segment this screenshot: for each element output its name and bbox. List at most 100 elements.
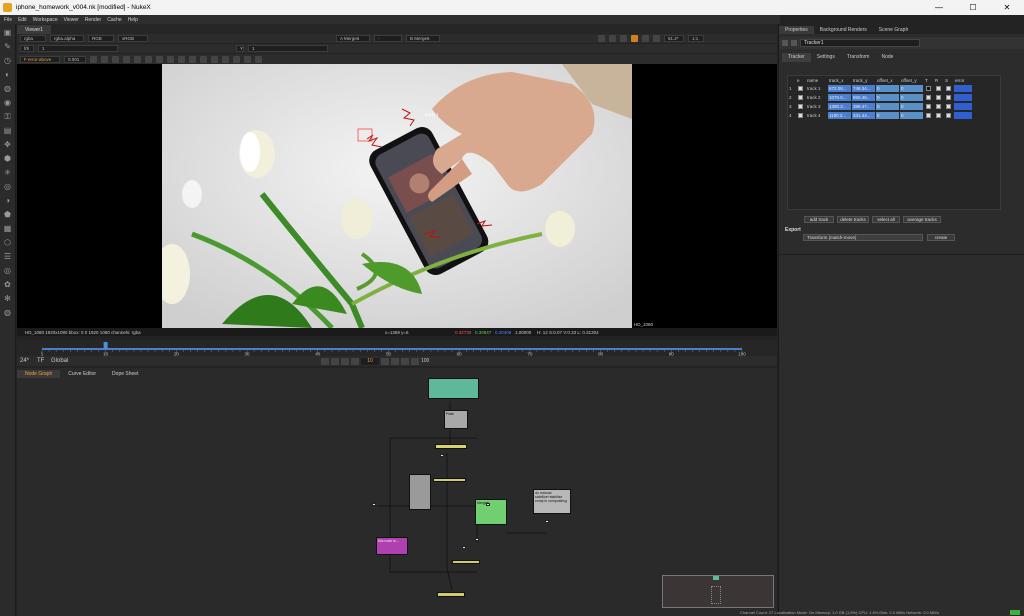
keyer-icon[interactable]: ⚿ <box>2 111 13 122</box>
last-frame-icon[interactable] <box>411 357 419 365</box>
s-checkbox[interactable] <box>946 112 951 118</box>
image-icon[interactable]: ▣ <box>2 27 13 38</box>
track-x[interactable]: 672.08... <box>828 84 851 92</box>
tab-scene-graph[interactable]: Scene Graph <box>873 26 914 34</box>
node-dot-1[interactable] <box>440 454 444 457</box>
tab-properties[interactable]: Properties <box>779 26 814 34</box>
play-back-icon[interactable] <box>341 357 349 365</box>
node-dot-4[interactable] <box>545 520 549 523</box>
write-node[interactable] <box>437 592 465 597</box>
export-select[interactable]: Transform (match-move) <box>803 234 923 241</box>
offset-y[interactable]: 0 <box>900 102 923 110</box>
track-name[interactable]: track 1 <box>806 85 828 92</box>
timeline[interactable]: 1 10 20 30 40 50 60 70 80 90 100 <box>17 340 777 357</box>
track-row[interactable]: 1 track 1 672.08... 748.34... 0 0 <box>788 84 1000 92</box>
end-frame-field[interactable]: 100 <box>421 358 435 365</box>
tab-background-renders[interactable]: Background Renders <box>814 26 873 34</box>
r-checkbox[interactable] <box>936 112 941 118</box>
show-error-icon[interactable] <box>244 55 251 63</box>
roto-node[interactable]: this node is... <box>376 537 408 555</box>
input-b-select[interactable]: B Merge6 <box>406 35 440 42</box>
offset-x[interactable]: 0 <box>876 102 899 110</box>
cache-icon[interactable] <box>631 35 638 42</box>
ocula-icon[interactable]: ◎ <box>2 265 13 276</box>
draw-icon[interactable]: ✎ <box>2 41 13 52</box>
track-stop-icon[interactable] <box>112 55 119 63</box>
backdrop-node[interactable] <box>409 474 431 510</box>
key-t-icon[interactable] <box>189 55 196 63</box>
track-name[interactable]: track 4 <box>806 112 828 119</box>
menu-viewer[interactable]: Viewer <box>64 17 79 23</box>
t-checkbox[interactable] <box>926 85 931 91</box>
tab-node-graph[interactable]: Node Graph <box>17 370 61 378</box>
track-x[interactable]: 1075.0... <box>828 93 851 101</box>
offset-x[interactable]: 0 <box>876 111 899 119</box>
track-row[interactable]: 2 track 2 1075.0... 860.46... 0 0 <box>788 93 1000 101</box>
menu-file[interactable]: File <box>4 17 12 23</box>
next-key-icon[interactable] <box>401 357 409 365</box>
tab-transform[interactable]: Transform <box>841 53 876 62</box>
hide-icon[interactable] <box>791 40 797 46</box>
wipe-select[interactable]: - <box>374 35 402 42</box>
gain-slider[interactable]: 1 <box>38 45 118 52</box>
gizmo-icon[interactable]: ✻ <box>2 293 13 304</box>
time-icon[interactable]: ◷ <box>2 55 13 66</box>
collapse-icon[interactable] <box>782 40 788 46</box>
add-keyframe-icon[interactable] <box>156 55 163 63</box>
transform-icon[interactable]: ✥ <box>2 139 13 150</box>
merge-node[interactable]: Merge6 <box>475 499 507 525</box>
transform-node[interactable] <box>433 478 466 482</box>
create-button[interactable]: create <box>927 234 955 241</box>
other-icon[interactable]: ⬡ <box>2 237 13 248</box>
roi-icon[interactable] <box>598 35 605 42</box>
color-icon[interactable]: ◍ <box>2 83 13 94</box>
track-row[interactable]: 4 track 4 1180.2... 331.44... 0 0 <box>788 111 1000 119</box>
track-back-icon[interactable] <box>90 55 97 63</box>
grid-icon[interactable] <box>255 55 262 63</box>
play-forward-icon[interactable] <box>391 357 399 365</box>
maximize-button[interactable]: ☐ <box>956 0 990 15</box>
track-range-icon[interactable] <box>145 55 152 63</box>
nodegraph-navigator[interactable] <box>662 575 774 608</box>
menu-workspace[interactable]: Workspace <box>33 17 58 23</box>
track-enable-checkbox[interactable] <box>798 112 803 118</box>
grade-node[interactable] <box>452 560 480 564</box>
tab-settings[interactable]: Settings <box>811 53 841 62</box>
tf-select[interactable]: TF <box>37 358 51 364</box>
next-frame-icon[interactable] <box>381 357 389 365</box>
delete-keyframe-icon[interactable] <box>167 55 174 63</box>
average-tracks-button[interactable]: average tracks <box>903 216 941 223</box>
tab-dope-sheet[interactable]: Dope Sheet <box>104 370 146 378</box>
cara-icon[interactable]: ✿ <box>2 279 13 290</box>
display-select[interactable]: sRGB <box>118 35 148 42</box>
merge-icon[interactable]: ▤ <box>2 125 13 136</box>
zoom-select[interactable]: 61.2* <box>664 35 684 42</box>
furnace-icon[interactable]: ☰ <box>2 251 13 262</box>
update-icon[interactable] <box>653 35 660 42</box>
node-dot-2[interactable] <box>372 503 376 506</box>
track-next-icon[interactable] <box>123 55 130 63</box>
delete-tracks-button[interactable]: delete tracks <box>837 216 869 223</box>
track-name[interactable]: track 2 <box>806 94 828 101</box>
tab-tracker[interactable]: Tracker <box>782 53 811 62</box>
menu-edit[interactable]: Edit <box>18 17 27 23</box>
error-filter[interactable]: F error-above <box>20 55 60 63</box>
s-checkbox[interactable] <box>946 94 951 100</box>
track-row[interactable]: 3 track 3 1390.2... 389.47... 0 0 <box>788 102 1000 110</box>
offset-y[interactable]: 0 <box>900 84 923 92</box>
node-name-field[interactable]: Tracker1 <box>800 39 920 47</box>
zoom-window-icon[interactable] <box>233 55 240 63</box>
offset-x[interactable]: 0 <box>876 93 899 101</box>
track-x[interactable]: 1180.2... <box>828 111 851 119</box>
track-prev-icon[interactable] <box>101 55 108 63</box>
plate-node[interactable]: Plate <box>444 410 468 429</box>
error-value[interactable]: 0.001 <box>64 55 86 63</box>
node-dot-6[interactable] <box>462 546 466 549</box>
tab-viewer1[interactable]: Viewer1 <box>17 25 51 34</box>
track-y[interactable]: 860.46... <box>852 93 875 101</box>
views-icon[interactable]: ◑ <box>2 195 13 206</box>
lock-icon[interactable] <box>642 35 649 42</box>
fstop-field[interactable]: f/8 <box>20 45 34 52</box>
s-checkbox[interactable] <box>946 103 951 109</box>
track-name[interactable]: track 3 <box>806 103 828 110</box>
